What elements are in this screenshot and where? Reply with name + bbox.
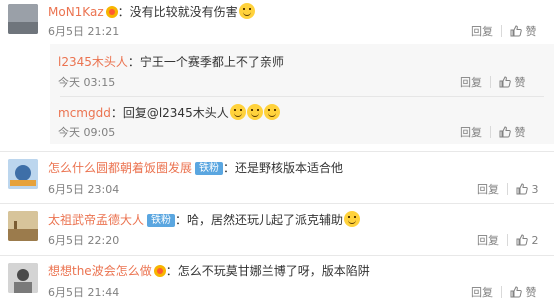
comment-text: ：哈，居然还玩儿起了派克辅助 <box>175 213 344 227</box>
emoji-icon <box>238 3 255 19</box>
comment-time: 6月5日 21:21 <box>48 25 120 38</box>
reply-item: mcmgdd：回复@l2345木头人 <box>58 104 280 121</box>
comment-text: ：没有比较就没有伤害 <box>117 5 238 19</box>
comment-time: 6月5日 21:44 <box>48 286 120 299</box>
vip-badge-icon <box>153 265 166 277</box>
reply-button[interactable]: 回复 <box>477 234 499 247</box>
reply-text: ：回复@l2345木头人 <box>110 106 229 120</box>
avatar[interactable] <box>8 4 38 34</box>
like-count: 3 <box>531 183 539 196</box>
like-label[interactable]: 赞 <box>515 126 526 139</box>
emoji-icon <box>246 104 263 120</box>
comment-text: ：还是野核版本适合他 <box>223 161 344 175</box>
like-label[interactable]: 赞 <box>526 25 537 38</box>
thumbs-up-icon[interactable] <box>510 25 522 37</box>
thumbs-up-icon[interactable] <box>516 183 528 195</box>
thumbs-up-icon[interactable] <box>499 76 511 88</box>
emoji-icon <box>229 104 246 120</box>
reply-button[interactable]: 回复 <box>460 76 482 89</box>
comment-time: 6月5日 23:04 <box>48 183 120 196</box>
commenter-name[interactable]: 想想the波会怎么做 <box>48 264 152 278</box>
like-label[interactable]: 赞 <box>515 76 526 89</box>
commenter-name[interactable]: 太祖武帝孟德大人 <box>48 213 144 227</box>
reply-button[interactable]: 回复 <box>471 286 493 299</box>
emoji-icon <box>344 211 361 227</box>
avatar[interactable] <box>8 263 38 293</box>
reply-time: 今天 03:15 <box>58 76 116 89</box>
reply-button[interactable]: 回复 <box>471 25 493 38</box>
vip-badge-icon <box>105 6 118 18</box>
replier-name[interactable]: mcmgdd <box>58 106 111 120</box>
comment-text: ：怎么不玩莫甘娜兰博了呀，版本陷阱 <box>165 264 370 278</box>
like-count: 2 <box>531 234 539 247</box>
reply-text: ：宁王一个赛季都上不了亲师 <box>127 55 284 69</box>
commenter-name[interactable]: MoN1Kaz <box>48 5 104 19</box>
avatar[interactable] <box>8 211 38 241</box>
thumbs-up-icon[interactable] <box>499 126 511 138</box>
replier-name[interactable]: l2345木头人 <box>58 55 128 69</box>
emoji-icon <box>263 104 280 120</box>
commenter-name[interactable]: 怎么什么圆都朝着饭圈发展 <box>48 161 192 175</box>
thumbs-up-icon[interactable] <box>516 234 528 246</box>
reply-button[interactable]: 回复 <box>477 183 499 196</box>
reply-time: 今天 09:05 <box>58 126 116 139</box>
reply-item: l2345木头人：宁王一个赛季都上不了亲师 <box>58 54 284 70</box>
comment-time: 6月5日 22:20 <box>48 234 120 247</box>
like-label[interactable]: 赞 <box>526 286 537 299</box>
reply-button[interactable]: 回复 <box>460 126 482 139</box>
fan-badge: 铁粉 <box>195 162 224 175</box>
avatar[interactable] <box>8 159 38 189</box>
thumbs-up-icon[interactable] <box>510 286 522 298</box>
fan-badge: 铁粉 <box>147 214 176 227</box>
